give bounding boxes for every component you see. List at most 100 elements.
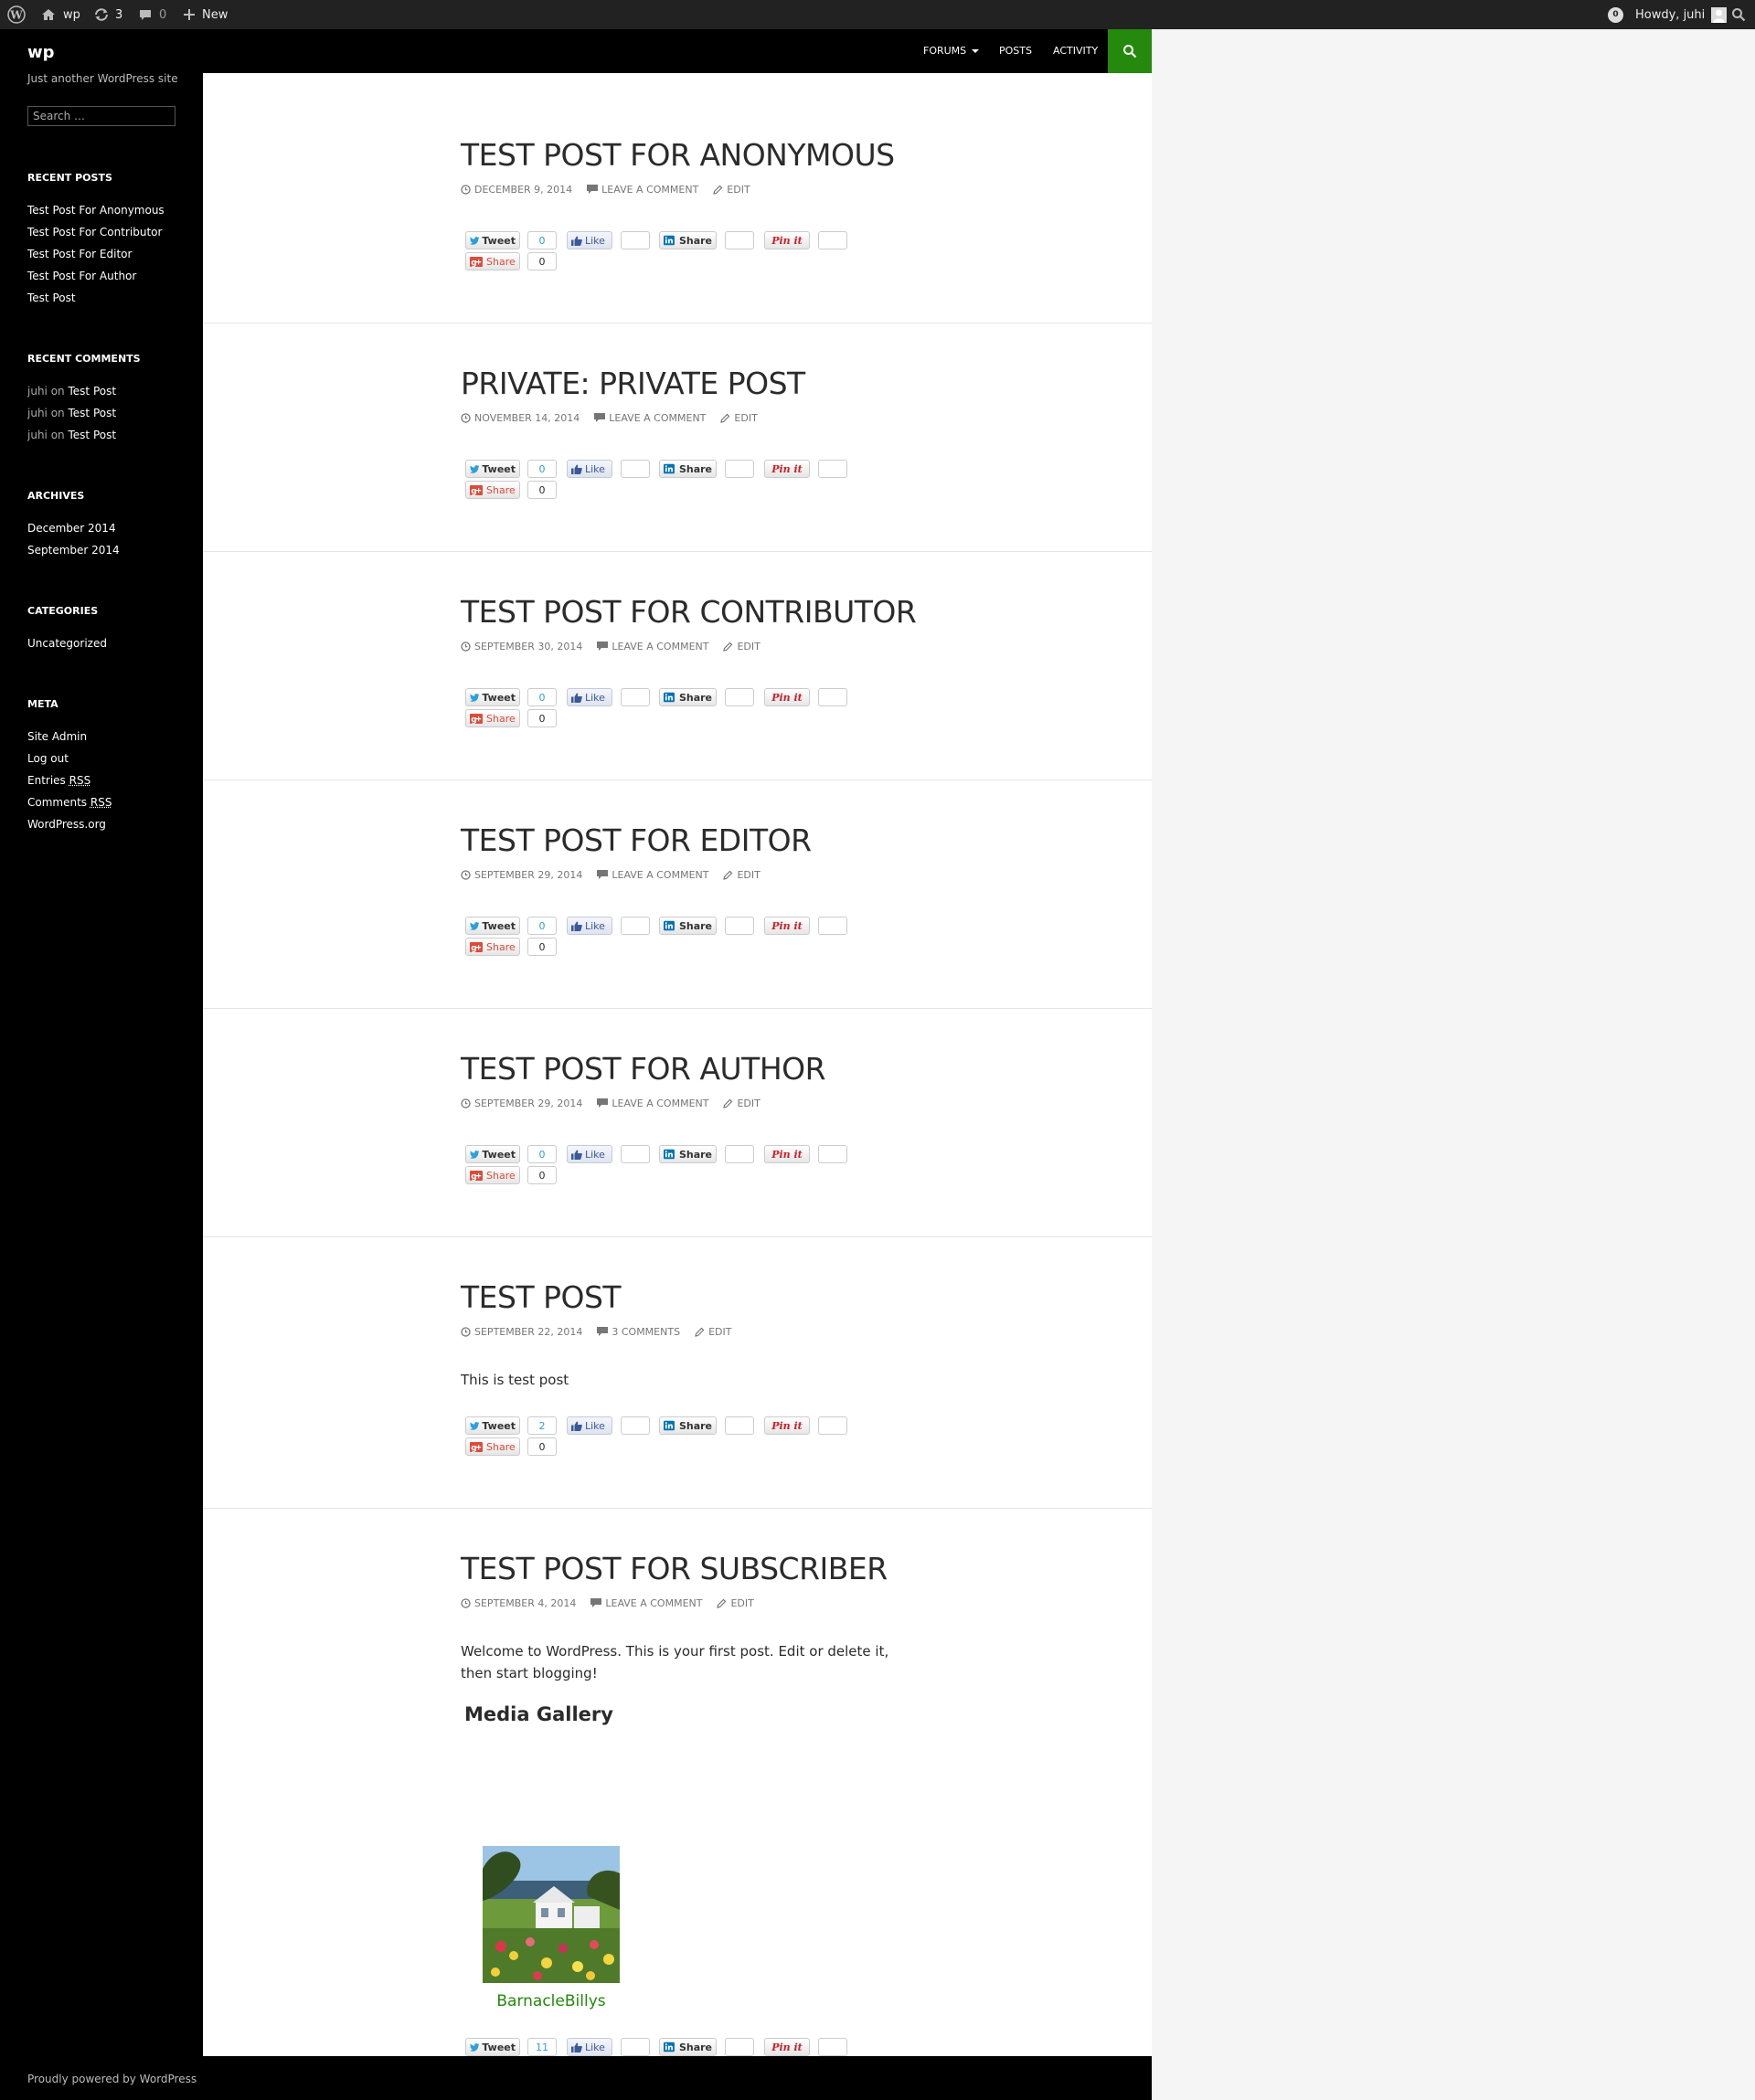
post-title[interactable]: Test Post For Contributor bbox=[461, 594, 917, 630]
linkedin-share-button[interactable]: Share bbox=[659, 1145, 717, 1163]
facebook-like-button[interactable]: Like bbox=[567, 1416, 612, 1435]
tweet-button[interactable]: Tweet bbox=[465, 231, 520, 249]
notifications-badge[interactable]: 0 bbox=[1608, 0, 1623, 29]
pinterest-button[interactable]: Pin it bbox=[764, 2038, 810, 2056]
recent-post-link[interactable]: Test Post For Author bbox=[27, 265, 192, 287]
comment-post-link[interactable]: Test Post bbox=[69, 385, 117, 398]
my-account-link[interactable]: Howdy, juhi bbox=[1635, 0, 1728, 29]
admin-search-button[interactable] bbox=[1731, 0, 1746, 29]
post-edit-link[interactable]: Edit bbox=[723, 1098, 760, 1109]
google-plus-share-button[interactable]: g Share bbox=[465, 1166, 520, 1184]
tweet-button[interactable]: Tweet bbox=[465, 1416, 520, 1435]
linkedin-share-button[interactable]: Share bbox=[659, 1416, 717, 1435]
wordpress-logo-icon[interactable]: W bbox=[7, 0, 26, 29]
post-title[interactable]: Test Post For Subscriber bbox=[461, 1551, 888, 1586]
post-comments-link[interactable]: 3 Comments bbox=[597, 1326, 680, 1338]
post-comments-link[interactable]: Leave a comment bbox=[590, 1597, 702, 1609]
post-date-link[interactable]: December 9, 2014 bbox=[461, 184, 572, 196]
linkedin-share-button[interactable]: Share bbox=[659, 688, 717, 706]
post-date-link[interactable]: September 4, 2014 bbox=[461, 1597, 576, 1609]
meta-wordpress-org-link[interactable]: WordPress.org bbox=[27, 813, 192, 835]
linkedin-label: Share bbox=[678, 234, 712, 247]
share-buttons: Tweet 0 Like Share Pin it g Share 0 bbox=[465, 460, 849, 499]
linkedin-share-button[interactable]: Share bbox=[659, 917, 717, 935]
post-title[interactable]: Private: Private Post bbox=[461, 366, 805, 401]
facebook-like-button[interactable]: Like bbox=[567, 688, 612, 706]
pinterest-button[interactable]: Pin it bbox=[764, 460, 810, 478]
google-plus-share-button[interactable]: g Share bbox=[465, 709, 520, 727]
comment-post-link[interactable]: Test Post bbox=[69, 407, 117, 419]
nav-search-toggle[interactable] bbox=[1108, 29, 1152, 73]
meta-entries-rss-link[interactable]: Entries RSS bbox=[27, 769, 192, 791]
admin-comments-link[interactable]: 0 bbox=[138, 0, 166, 29]
nav-posts[interactable]: Posts bbox=[999, 29, 1032, 73]
pinterest-button[interactable]: Pin it bbox=[764, 917, 810, 935]
post-title[interactable]: Test Post bbox=[461, 1279, 622, 1315]
tweet-button[interactable]: Tweet bbox=[465, 2038, 520, 2056]
post-date: September 4, 2014 bbox=[474, 1597, 577, 1609]
meta-site-admin-link[interactable]: Site Admin bbox=[27, 726, 192, 748]
google-plus-share-button[interactable]: g Share bbox=[465, 481, 520, 499]
tweet-button[interactable]: Tweet bbox=[465, 688, 520, 706]
post-date-link[interactable]: September 29, 2014 bbox=[461, 869, 582, 881]
pinterest-button[interactable]: Pin it bbox=[764, 1145, 810, 1163]
meta-logout-link[interactable]: Log out bbox=[27, 748, 192, 769]
post-edit-link[interactable]: Edit bbox=[695, 1326, 731, 1338]
facebook-like-button[interactable]: Like bbox=[567, 2038, 612, 2056]
category-link[interactable]: Uncategorized bbox=[27, 632, 192, 654]
post-date-link[interactable]: September 30, 2014 bbox=[461, 641, 582, 652]
recent-post-link[interactable]: Test Post For Contributor bbox=[27, 221, 192, 243]
pinterest-button[interactable]: Pin it bbox=[764, 231, 810, 249]
post-date-link[interactable]: September 29, 2014 bbox=[461, 1098, 582, 1109]
linkedin-share-button[interactable]: Share bbox=[659, 231, 717, 249]
post-date-link[interactable]: September 22, 2014 bbox=[461, 1326, 582, 1338]
tweet-button[interactable]: Tweet bbox=[465, 460, 520, 478]
post-title[interactable]: Test Post For Anonymous bbox=[461, 137, 895, 173]
post-comments-link[interactable]: Leave a comment bbox=[587, 184, 698, 196]
facebook-like-button[interactable]: Like bbox=[567, 460, 612, 478]
pinterest-button[interactable]: Pin it bbox=[764, 1416, 810, 1435]
nav-forums[interactable]: Forums bbox=[923, 29, 980, 73]
post-comments-link[interactable]: Leave a comment bbox=[597, 869, 708, 881]
google-plus-share-button[interactable]: g Share bbox=[465, 938, 520, 956]
post-title[interactable]: Test Post For Author bbox=[461, 1051, 826, 1087]
pinterest-button[interactable]: Pin it bbox=[764, 688, 810, 706]
gallery-caption[interactable]: BarnacleBillys bbox=[483, 1992, 620, 2010]
post-edit-link[interactable]: Edit bbox=[720, 412, 758, 424]
facebook-like-button[interactable]: Like bbox=[567, 917, 612, 935]
recent-post-link[interactable]: Test Post For Anonymous bbox=[27, 199, 192, 221]
post-title[interactable]: Test Post For Editor bbox=[461, 822, 812, 858]
admin-updates-link[interactable]: 3 bbox=[93, 0, 122, 29]
site-footer: Proudly powered by WordPress bbox=[0, 2056, 1152, 2100]
meta-comments-rss-link[interactable]: Comments RSS bbox=[27, 791, 192, 813]
post-edit-link[interactable]: Edit bbox=[717, 1597, 754, 1609]
google-plus-share-button[interactable]: g Share bbox=[465, 252, 520, 270]
recent-post-link[interactable]: Test Post bbox=[27, 287, 192, 309]
post-edit-link[interactable]: Edit bbox=[713, 184, 750, 196]
post-date-link[interactable]: November 14, 2014 bbox=[461, 412, 580, 424]
recent-post-link[interactable]: Test Post For Editor bbox=[27, 243, 192, 265]
linkedin-share-button[interactable]: Share bbox=[659, 460, 717, 478]
admin-site-link[interactable]: wp bbox=[41, 0, 80, 29]
tweet-button[interactable]: Tweet bbox=[465, 1145, 520, 1163]
linkedin-share-button[interactable]: Share bbox=[659, 2038, 717, 2056]
sidebar-search-input[interactable] bbox=[27, 106, 176, 126]
post-edit-link[interactable]: Edit bbox=[723, 869, 760, 881]
archive-link[interactable]: September 2014 bbox=[27, 539, 192, 561]
post-comments-link[interactable]: Leave a comment bbox=[594, 412, 706, 424]
site-title[interactable]: wp bbox=[27, 43, 55, 62]
comment-post-link[interactable]: Test Post bbox=[69, 429, 117, 441]
nav-activity[interactable]: Activity bbox=[1053, 29, 1098, 73]
facebook-like-button[interactable]: Like bbox=[567, 1145, 612, 1163]
admin-new-link[interactable]: New bbox=[183, 0, 228, 29]
post-edit-link[interactable]: Edit bbox=[723, 641, 760, 652]
google-plus-share-button[interactable]: g Share bbox=[465, 1437, 520, 1456]
nav-forums-label: Forums bbox=[923, 45, 967, 57]
post-comments-link[interactable]: Leave a comment bbox=[597, 1098, 708, 1109]
archive-link[interactable]: December 2014 bbox=[27, 517, 192, 539]
post-comments-link[interactable]: Leave a comment bbox=[597, 641, 708, 652]
gallery-image[interactable] bbox=[483, 1846, 620, 1983]
footer-credit-link[interactable]: Proudly powered by WordPress bbox=[27, 2073, 197, 2085]
facebook-like-button[interactable]: Like bbox=[567, 231, 612, 249]
tweet-button[interactable]: Tweet bbox=[465, 917, 520, 935]
